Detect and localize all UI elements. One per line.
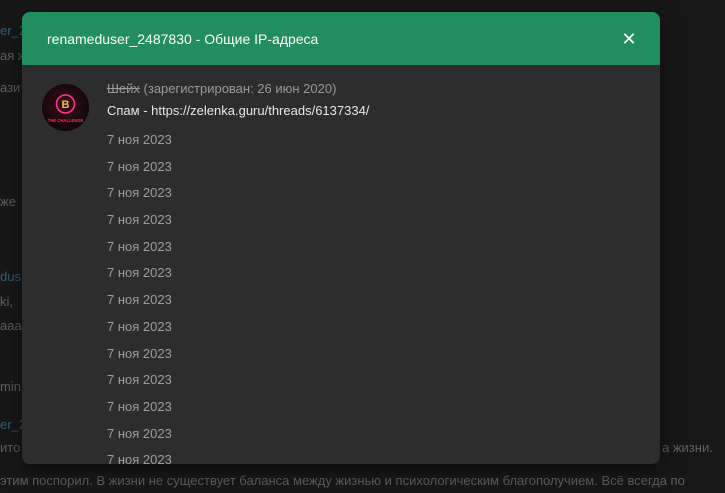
username-link[interactable]: Шейх [107, 81, 140, 96]
date-list: 7 ноя 2023 7 ноя 2023 7 ноя 2023 7 ноя 2… [107, 127, 640, 464]
date-item: 7 ноя 2023 [107, 185, 172, 201]
shared-ip-entry: Шейх (зарегистрирован: 26 июн 2020) Спам… [107, 79, 640, 464]
date-item: 7 ноя 2023 [107, 158, 172, 174]
date-item: 7 ноя 2023 [107, 425, 172, 441]
date-item: 7 ноя 2023 [107, 372, 172, 388]
modal-header: renameduser_2487830 - Общие IP-адреса ✕ [22, 12, 660, 65]
date-item: 7 ноя 2023 [107, 238, 172, 254]
close-icon[interactable]: ✕ [618, 28, 640, 50]
avatar[interactable]: B THE CHALLENGE [42, 84, 89, 131]
close-paren: ) [332, 81, 337, 96]
date-item: 7 ноя 2023 [107, 318, 172, 334]
date-item: 7 ноя 2023 [107, 292, 172, 308]
modal-body: B THE CHALLENGE Шейх (зарегистрирован: 2… [22, 65, 660, 464]
date-item: 7 ноя 2023 [107, 132, 172, 147]
avatar-image: B THE CHALLENGE [42, 84, 89, 131]
date-item: 7 ноя 2023 [107, 212, 172, 228]
date-item: 7 ноя 2023 [107, 265, 172, 281]
user-line: Шейх (зарегистрирован: 26 июн 2020) [107, 79, 640, 98]
ban-reason: Спам - https://zelenka.guru/threads/6137… [107, 103, 370, 118]
shared-ip-modal: renameduser_2487830 - Общие IP-адреса ✕ … [22, 12, 660, 464]
modal-title: renameduser_2487830 - Общие IP-адреса [47, 30, 319, 47]
date-item: 7 ноя 2023 [107, 398, 172, 414]
avatar-letter: B [62, 99, 70, 111]
open-paren: ( [139, 81, 148, 96]
date-item: 7 ноя 2023 [107, 452, 172, 464]
registered-date: зарегистрирован: 26 июн 2020 [147, 81, 333, 96]
date-item: 7 ноя 2023 [107, 345, 172, 361]
avatar-caption: THE CHALLENGE [48, 118, 84, 123]
